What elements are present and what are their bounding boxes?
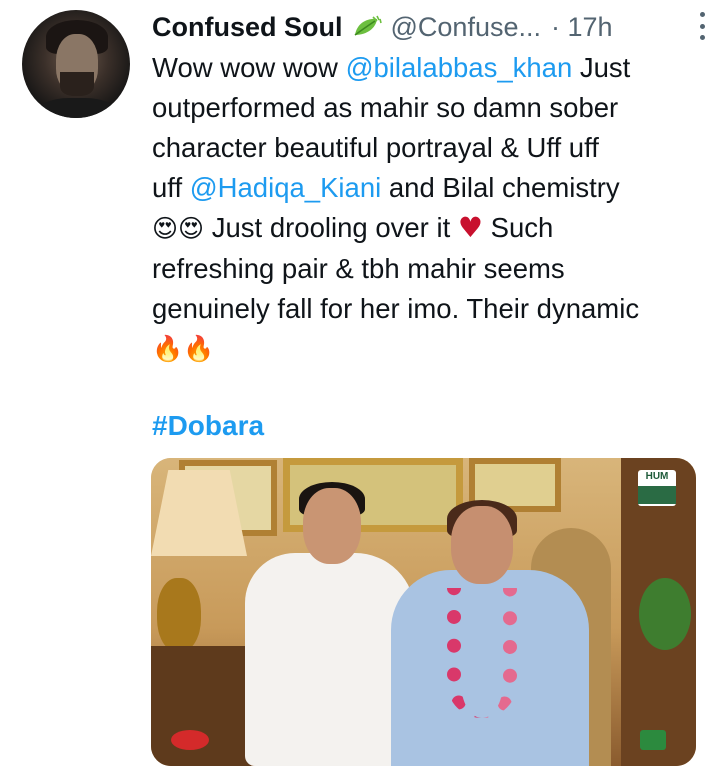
- leaf-emoji-icon: [351, 15, 383, 39]
- tweet-line: 😍😍 Just drooling over it ♥ Such: [152, 208, 697, 249]
- tweet-line: genuinely fall for her imo. Their dynami…: [152, 293, 640, 324]
- tweet-media-image[interactable]: HUM: [151, 458, 696, 766]
- fire-emoji-icon: 🔥🔥: [152, 334, 215, 363]
- tweet-line: refreshing pair & tbh mahir seems: [152, 253, 565, 284]
- scene-man: [245, 553, 415, 766]
- text-segment: Wow wow wow: [152, 52, 346, 83]
- scene-lamp-base: [157, 578, 201, 652]
- channel-logo-icon: HUM: [638, 470, 676, 506]
- scene-man-head: [303, 488, 361, 564]
- tweet-line: Wow wow wow @bilalabbas_khan Just: [152, 48, 697, 88]
- tweet-line: character beautiful portrayal & Uff uff: [152, 132, 599, 163]
- user-handle[interactable]: @Confuse...: [391, 12, 541, 43]
- tweet-timestamp[interactable]: · 17h: [551, 12, 613, 43]
- text-segment: Just drooling over it: [204, 212, 458, 243]
- tweet-text: Wow wow wow @bilalabbas_khan Just outper…: [152, 48, 697, 369]
- text-segment: Just: [572, 52, 631, 83]
- tweet-line: uff @Hadiqa_Kiani and Bilal chemistry: [152, 168, 697, 208]
- scene-woman-head: [451, 506, 513, 584]
- text-segment: Such: [482, 212, 554, 243]
- mention-bilalabbas-khan[interactable]: @bilalabbas_khan: [346, 52, 573, 83]
- network-logo-icon: [640, 730, 666, 750]
- tweet-line: outperformed as mahir so damn sober: [152, 92, 619, 123]
- text-segment: and Bilal chemistry: [381, 172, 620, 203]
- sponsor-logo-icon: [171, 730, 209, 750]
- avatar-beard: [60, 72, 94, 96]
- hashtag-dobara[interactable]: #Dobara: [152, 410, 264, 442]
- avatar[interactable]: [22, 10, 130, 118]
- mention-hadiqa-kiani[interactable]: @Hadiqa_Kiani: [190, 172, 382, 203]
- text-segment: uff: [152, 172, 190, 203]
- tweet-card[interactable]: Confused Soul @Confuse... · 17h Wow wow …: [0, 0, 720, 778]
- scene-plant: [639, 578, 691, 650]
- red-heart-icon: ♥: [457, 211, 483, 244]
- avatar-body: [36, 98, 118, 118]
- channel-logo-text: HUM: [645, 471, 669, 482]
- more-vertical-icon[interactable]: [696, 12, 708, 40]
- tweet-header: Confused Soul @Confuse... · 17h: [152, 10, 705, 44]
- heart-eyes-emoji-icon: 😍😍: [152, 214, 205, 243]
- scene-garland: [447, 588, 517, 718]
- display-name[interactable]: Confused Soul: [152, 12, 343, 43]
